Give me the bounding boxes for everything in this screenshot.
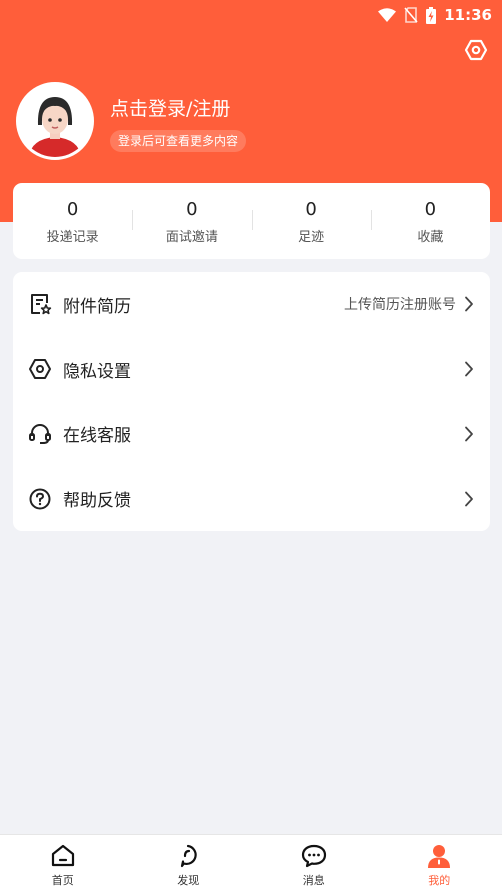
chevron-right-icon [465,426,473,442]
resume-icon [27,291,53,317]
tab-mine[interactable]: 我的 [377,835,502,892]
bottom-tab-bar: 首页 发现 消息 我的 [0,834,502,892]
status-bar: 11:36 [0,0,502,30]
settings-button[interactable] [464,38,488,62]
wifi-icon [378,8,397,22]
stats-card: 0 投递记录 0 面试邀请 0 足迹 0 收藏 [13,183,490,259]
menu-item-label: 帮助反馈 [63,491,131,512]
default-avatar-icon [19,85,91,157]
stat-value: 0 [424,198,437,220]
menu-item-resume[interactable]: 附件简历 上传简历注册账号 [13,272,490,337]
home-icon [51,844,74,867]
help-icon [27,486,53,512]
stat-label: 足迹 [298,229,325,245]
stat-label: 面试邀请 [165,229,218,245]
tab-label: 我的 [428,874,451,887]
no-sim-icon [404,7,418,23]
status-time: 11:36 [444,6,492,24]
privacy-settings-icon [27,356,53,382]
settings-icon [464,39,488,61]
login-hint-badge: 登录后可查看更多内容 [110,130,247,152]
profile-icon [428,845,451,868]
tab-discover[interactable]: 发现 [126,835,252,892]
menu-item-label: 隐私设置 [63,361,131,382]
stat-label: 收藏 [417,229,444,245]
menu-card: 附件简历 上传简历注册账号 隐私设置 在线客服 帮助反馈 [13,272,490,531]
tab-label: 首页 [51,874,74,887]
discover-icon [181,844,197,868]
stat-favorites[interactable]: 0 收藏 [370,198,490,245]
stat-interview-invites[interactable]: 0 面试邀请 [132,198,251,245]
stat-label: 投递记录 [46,229,99,245]
avatar[interactable] [16,82,94,160]
tab-label: 发现 [177,874,200,887]
stat-value: 0 [305,198,317,220]
menu-item-label: 在线客服 [63,426,131,447]
stat-applications[interactable]: 0 投递记录 [13,198,132,245]
menu-item-hint: 上传简历注册账号 [344,297,456,314]
stat-footprints[interactable]: 0 足迹 [251,198,371,245]
message-icon [301,844,326,868]
login-register-link[interactable]: 点击登录/注册 [110,94,230,121]
headset-icon [27,421,53,447]
stat-value: 0 [186,198,198,220]
menu-item-privacy[interactable]: 隐私设置 [13,337,490,402]
stat-value: 0 [66,198,79,220]
menu-item-help-feedback[interactable]: 帮助反馈 [13,466,490,531]
battery-charging-icon [426,6,437,24]
tab-label: 消息 [302,874,325,887]
tab-home[interactable]: 首页 [0,835,126,892]
chevron-right-icon [465,361,473,377]
tab-messages[interactable]: 消息 [251,835,377,892]
chevron-right-icon [465,296,473,312]
menu-item-label: 附件简历 [63,296,131,317]
chevron-right-icon [465,491,473,507]
menu-item-customer-service[interactable]: 在线客服 [13,402,490,467]
